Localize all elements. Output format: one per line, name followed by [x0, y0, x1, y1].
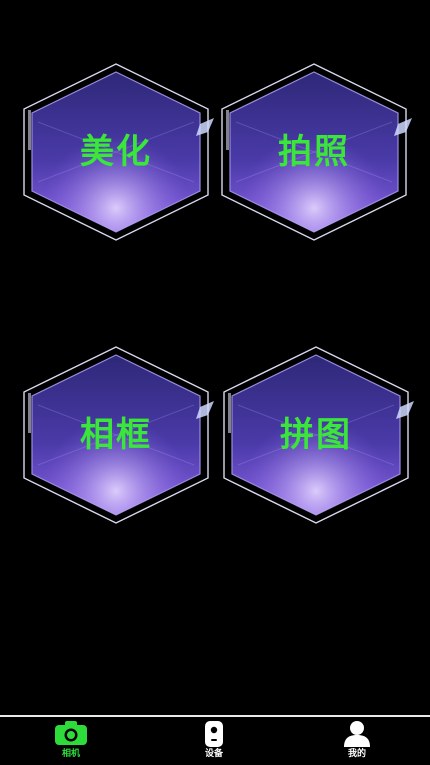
tile-collage[interactable]: 拼图	[218, 345, 414, 525]
tab-label: 设备	[204, 749, 223, 759]
camera-icon	[55, 721, 87, 745]
tile-label: 美化	[80, 132, 152, 172]
home-screen: 美化 拍照 相框 拼图 相机 设备 我的	[0, 0, 430, 765]
tile-frame[interactable]: 相框	[18, 345, 214, 525]
tile-beautify[interactable]: 美化	[18, 62, 214, 242]
tab-label: 相机	[61, 749, 80, 759]
tab-camera[interactable]: 相机	[41, 717, 101, 765]
tile-label: 拍照	[278, 132, 350, 172]
device-icon	[205, 721, 223, 747]
tab-device[interactable]: 设备	[184, 717, 244, 765]
tile-photo[interactable]: 拍照	[216, 62, 412, 242]
tile-label: 拼图	[280, 415, 352, 455]
tab-mine[interactable]: 我的	[327, 717, 387, 765]
tile-label: 相框	[80, 415, 152, 455]
tab-label: 我的	[347, 749, 366, 759]
bottom-tab-bar: 相机 设备 我的	[0, 715, 430, 765]
user-icon	[344, 721, 370, 747]
